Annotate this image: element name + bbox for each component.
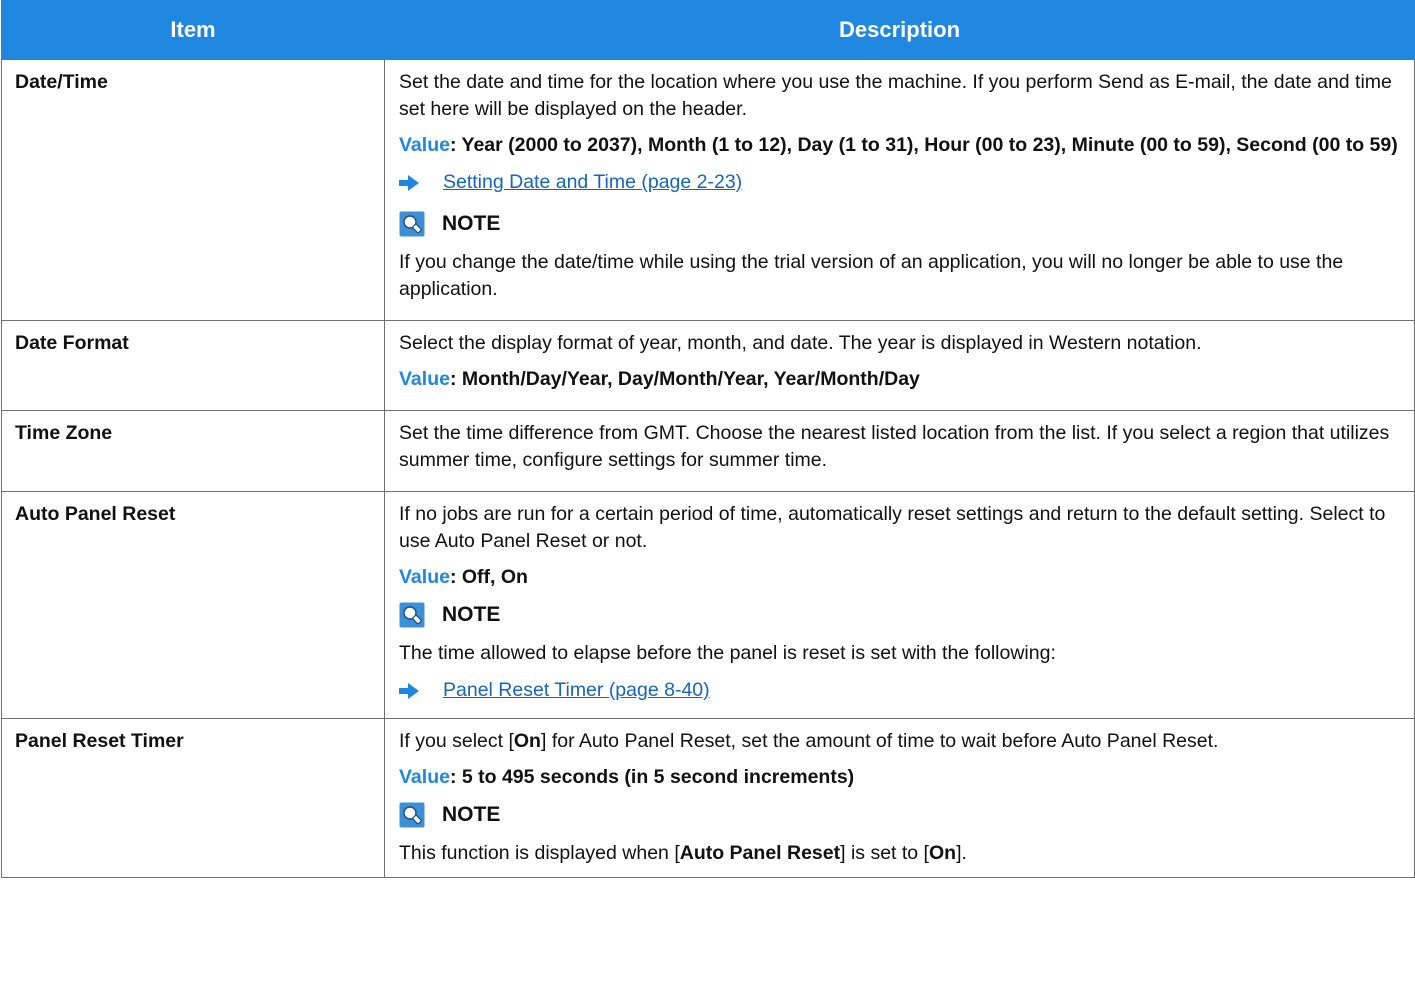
value-text: : 5 to 495 seconds (in 5 second incremen… [449,766,855,788]
note-label: NOTE [442,212,501,235]
value-label: Value [399,134,450,156]
value-label: Value [399,566,450,588]
row-item-label: Date Format [1,320,385,411]
header-item: Item [1,0,385,60]
note-heading: NOTE [399,601,1400,628]
row-item-label: Auto Panel Reset [1,491,385,719]
link-setting-date-time[interactable]: Setting Date and Time (page 2-23) [443,169,742,196]
description-text: Set the time difference from GMT. Choose… [399,422,1390,471]
note-heading: NOTE [399,801,1400,828]
settings-table: Item Description Date/Time Set the date … [1,0,1415,878]
table-row: Date Format Select the display format of… [1,320,1415,411]
reference-link-line: Setting Date and Time (page 2-23) [399,169,1400,196]
table-row: Panel Reset Timer If you select [On] for… [1,718,1415,878]
description-text: Select the display format of year, month… [399,332,1202,354]
table-row: Auto Panel Reset If no jobs are run for … [1,491,1415,719]
row-item-label: Panel Reset Timer [1,718,385,878]
note-label: NOTE [442,803,501,826]
value-line: Value: 5 to 495 seconds (in 5 second inc… [399,764,1400,791]
table-header-row: Item Description [1,0,1415,60]
description-text-part: If you select [ [399,730,514,752]
row-description: Set the date and time for the location w… [384,59,1415,321]
value-label: Value [399,766,450,788]
value-line: Value: Off, On [399,564,1400,591]
value-text: : Off, On [449,566,528,588]
value-text: : Year (2000 to 2037), Month (1 to 12), … [449,134,1398,156]
reference-link-line: Panel Reset Timer (page 8-40) [399,677,1400,704]
value-line: Value: Year (2000 to 2037), Month (1 to … [399,132,1400,159]
value-line: Value: Month/Day/Year, Day/Month/Year, Y… [399,366,1400,393]
description-text: If no jobs are run for a certain period … [399,503,1386,552]
note-text-part: ]. [956,842,967,864]
table-row: Time Zone Set the time difference from G… [1,410,1415,492]
row-description: If no jobs are run for a certain period … [384,491,1415,719]
note-label: NOTE [442,603,501,626]
value-text: : Month/Day/Year, Day/Month/Year, Year/M… [449,368,920,390]
note-lightbulb-icon [399,211,425,236]
row-item-label: Time Zone [1,410,385,492]
note-text-bold: On [928,842,957,864]
header-description: Description [384,0,1415,60]
description-text: If you select [On] for Auto Panel Reset,… [399,728,1400,755]
row-description: Set the time difference from GMT. Choose… [384,410,1415,492]
note-heading: NOTE [399,210,1400,237]
arrow-right-icon [399,174,419,191]
note-text: The time allowed to elapse before the pa… [399,642,1056,664]
note-text-bold: Auto Panel Reset [679,842,841,864]
row-description: If you select [On] for Auto Panel Reset,… [384,718,1415,878]
note-text-part: This function is displayed when [ [399,842,680,864]
row-item-label: Date/Time [1,59,385,321]
note-text-part: ] is set to [ [840,842,929,864]
table-row: Date/Time Set the date and time for the … [1,59,1415,321]
note-text: This function is displayed when [Auto Pa… [399,840,1400,867]
note-lightbulb-icon [399,802,425,827]
description-text: Set the date and time for the location w… [399,71,1392,120]
note-lightbulb-icon [399,602,425,627]
link-panel-reset-timer[interactable]: Panel Reset Timer (page 8-40) [443,677,710,704]
row-description: Select the display format of year, month… [384,320,1415,411]
note-text: If you change the date/time while using … [399,251,1344,300]
description-text-bold: On [513,730,541,752]
value-label: Value [399,368,450,390]
description-text-part: ] for Auto Panel Reset, set the amount o… [540,730,1219,752]
arrow-right-icon [399,682,419,699]
